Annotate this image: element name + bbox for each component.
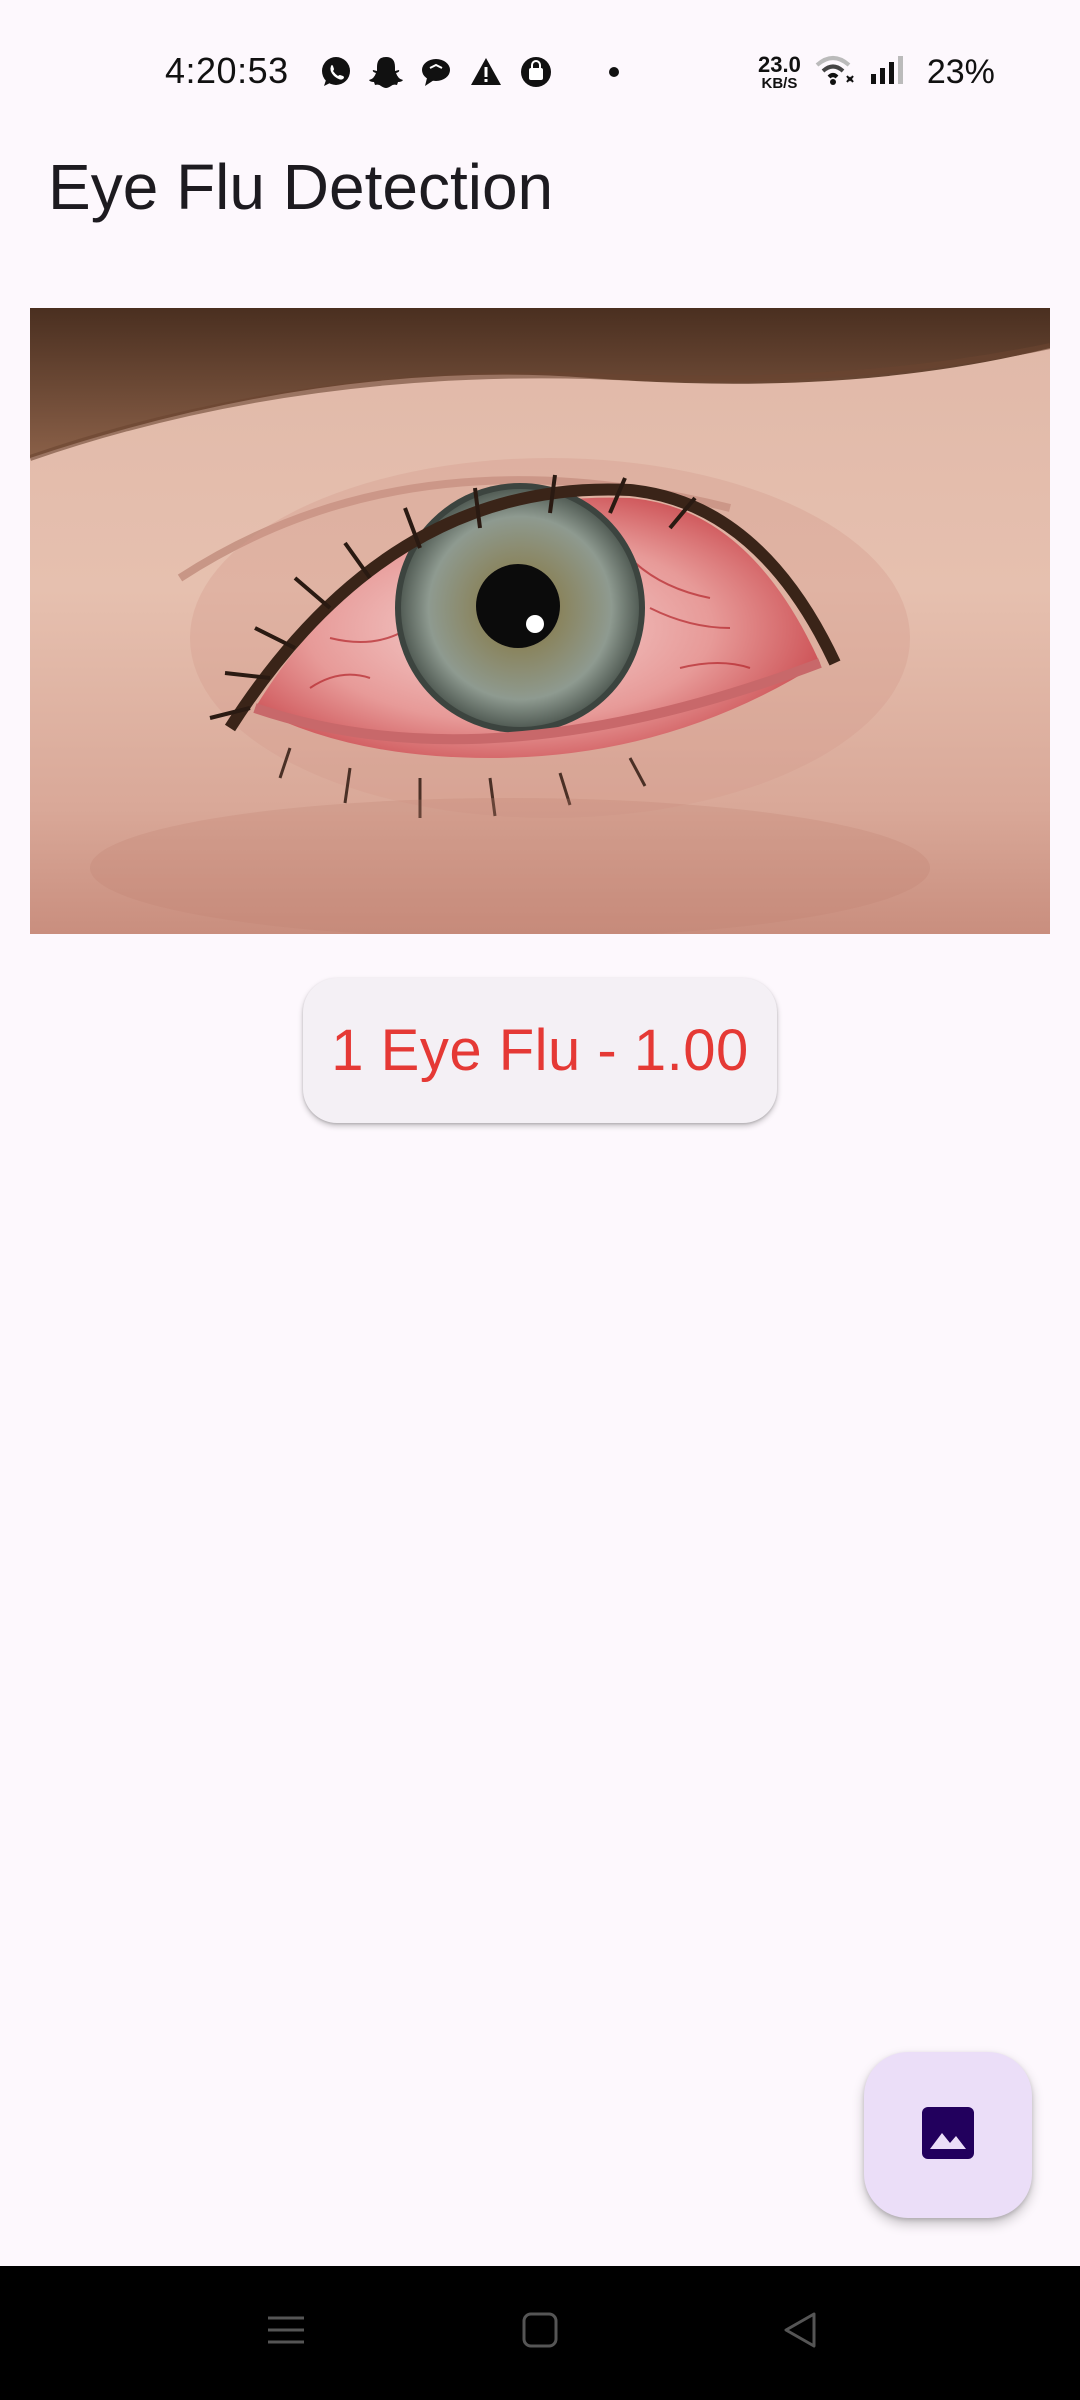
menu-button[interactable] (256, 2302, 316, 2362)
net-speed-unit: KB/S (761, 74, 798, 92)
net-speed-value: 23.0 (758, 51, 801, 77)
pick-image-button[interactable] (864, 2052, 1032, 2218)
wifi-icon (813, 52, 857, 93)
page-title: Eye Flu Detection (48, 151, 554, 223)
navigation-bar (0, 2266, 1080, 2400)
result-label: 1 Eye Flu - 1.00 (331, 1018, 749, 1083)
back-button[interactable] (770, 2302, 830, 2362)
signal-icon (869, 52, 909, 93)
notification-icons (318, 50, 620, 94)
status-bar: 4:20:53 23.0 KB/S 23% (0, 0, 1080, 140)
chat-bubble-icon (418, 54, 454, 90)
status-time: 4:20:53 (165, 50, 289, 91)
dot-icon (608, 66, 620, 78)
back-icon (780, 2310, 820, 2355)
warning-icon (468, 54, 504, 90)
result-chip[interactable]: 1 Eye Flu - 1.00 (303, 978, 777, 1123)
system-icons: 23.0 KB/S 23% (758, 48, 995, 96)
battery-level: 23% (926, 52, 995, 91)
eye-photo (30, 308, 1050, 934)
menu-icon (266, 2310, 306, 2355)
whatsapp-icon (318, 54, 354, 90)
home-icon (520, 2310, 560, 2355)
net-speed: 23.0 KB/S (758, 51, 801, 92)
home-button[interactable] (510, 2302, 570, 2362)
shopping-bag-icon (518, 54, 554, 90)
snapchat-icon (368, 54, 404, 90)
image-icon (920, 2105, 976, 2166)
